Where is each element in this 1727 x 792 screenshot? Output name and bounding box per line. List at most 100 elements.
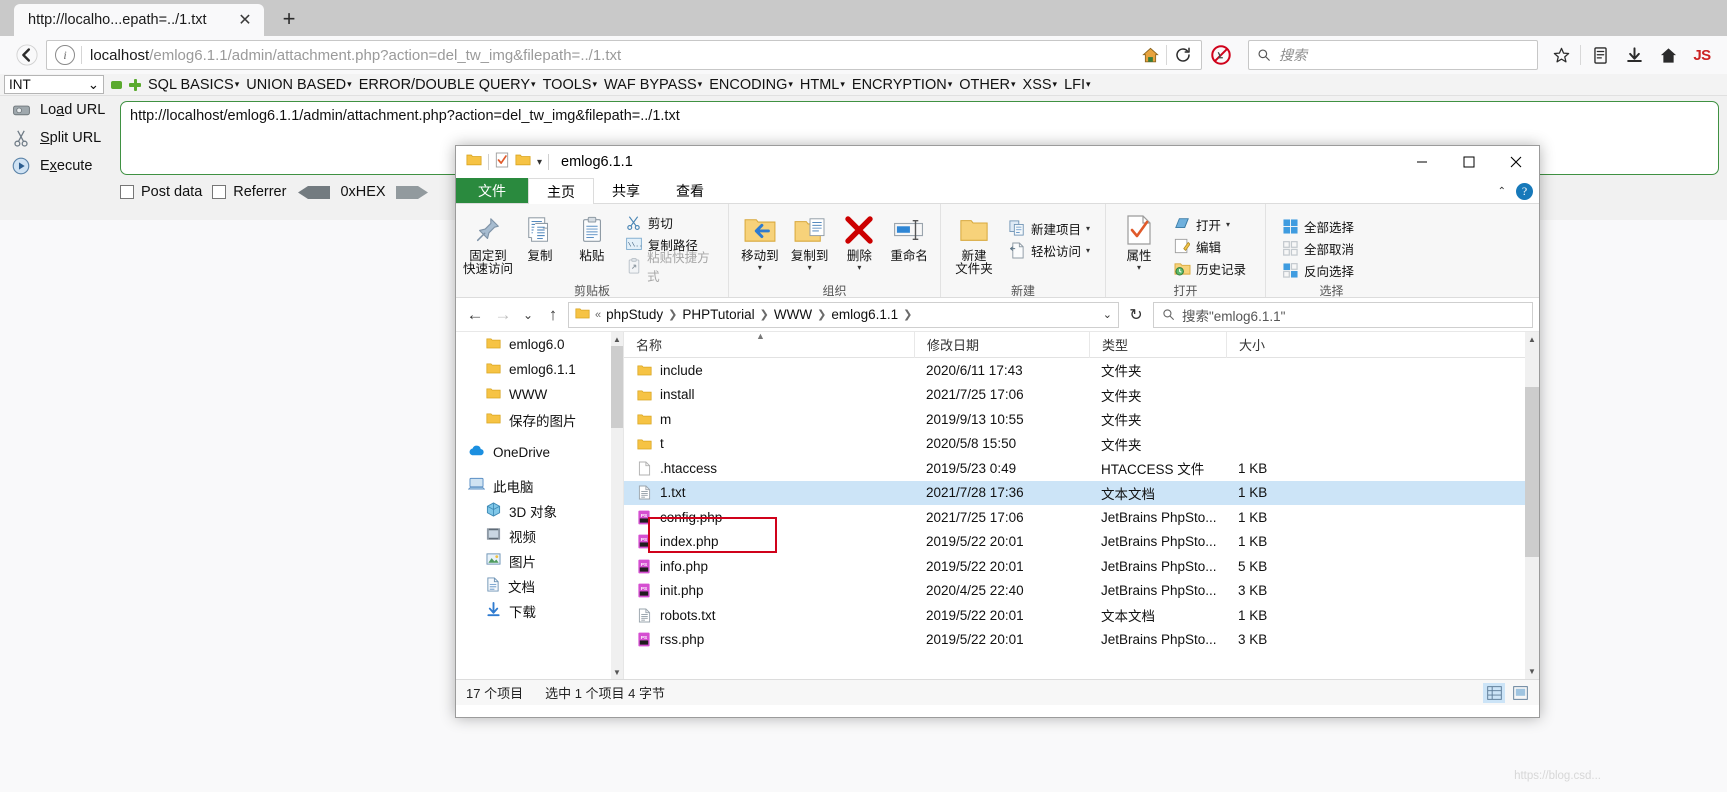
table-row[interactable]: install 2021/7/25 17:06 文件夹	[624, 383, 1539, 408]
new-item-button[interactable]: 新建项目 ▾	[1005, 217, 1093, 239]
table-row[interactable]: PS index.php 2019/5/22 20:01 JetBrains P…	[624, 530, 1539, 555]
breadcrumb-item-www[interactable]: WWW	[774, 307, 812, 322]
chevron-down-icon[interactable]: ▾	[1137, 263, 1141, 272]
nav-item-downloads[interactable]: 下载	[456, 598, 623, 623]
chevron-down-icon[interactable]: ▾	[758, 263, 762, 272]
nav-item-pictures[interactable]: 图片	[456, 548, 623, 573]
collapse-icon[interactable]	[111, 80, 122, 89]
list-scroll-thumb[interactable]	[1525, 387, 1539, 557]
nav-item-www[interactable]: WWW	[456, 382, 623, 407]
column-header-size[interactable]: 大小	[1226, 332, 1326, 358]
back-icon[interactable]	[10, 39, 44, 71]
site-info-icon[interactable]: i	[55, 45, 75, 65]
forward-icon[interactable]: →	[490, 302, 516, 328]
chevron-right-icon[interactable]: ❯	[903, 308, 912, 321]
chevron-down-icon[interactable]: ▾	[537, 157, 542, 168]
nav-scroll-down-icon[interactable]: ▼	[611, 665, 623, 679]
move-to-button[interactable]: 移动到 ▾	[735, 209, 785, 272]
table-row[interactable]: PS rss.php 2019/5/22 20:01 JetBrains Php…	[624, 628, 1539, 653]
post-data-option[interactable]: Post data	[120, 184, 202, 200]
table-row[interactable]: robots.txt 2019/5/22 20:01 文本文档 1 KB	[624, 603, 1539, 628]
hackbar-menu-html[interactable]: HTML▾	[800, 77, 845, 93]
delete-button[interactable]: 删除 ▾	[835, 209, 885, 272]
table-row[interactable]: PS config.php 2021/7/25 17:06 JetBrains …	[624, 505, 1539, 530]
breadcrumb-item-phpstudy[interactable]: phpStudy	[606, 307, 663, 322]
hackbar-type-select[interactable]: INT ⌄	[4, 75, 104, 94]
hackbar-menu-xss[interactable]: XSS▾	[1023, 77, 1058, 93]
column-header-name[interactable]: ▲ 名称	[624, 332, 914, 358]
breadcrumb[interactable]: « phpStudy ❯ PHPTutorial ❯ WWW ❯ emlog6.…	[568, 301, 1119, 328]
home-icon[interactable]	[1653, 40, 1683, 70]
copy-button[interactable]: 复制	[514, 209, 566, 263]
nav-item-3d-objects[interactable]: 3D 对象	[456, 498, 623, 523]
chevron-down-icon[interactable]: ▾	[1226, 220, 1230, 229]
home-in-url-icon[interactable]	[1136, 42, 1164, 68]
chevron-down-icon[interactable]: ▾	[808, 263, 812, 272]
table-row[interactable]: .htaccess 2019/5/23 0:49 HTACCESS 文件 1 K…	[624, 456, 1539, 481]
nav-item-onedrive[interactable]: OneDrive	[456, 440, 623, 465]
tab-share[interactable]: 共享	[594, 178, 658, 203]
load-url-button[interactable]: Load URL	[0, 96, 118, 124]
open-button[interactable]: 打开 ▾	[1170, 213, 1249, 235]
minimize-button[interactable]	[1398, 146, 1445, 178]
select-all-button[interactable]: 全部选择	[1278, 215, 1357, 237]
table-row[interactable]: PS info.php 2019/5/22 20:01 JetBrains Ph…	[624, 554, 1539, 579]
column-header-date[interactable]: 修改日期	[914, 332, 1089, 358]
library-icon[interactable]	[1585, 40, 1615, 70]
properties-button[interactable]: 属性 ▾	[1112, 209, 1166, 272]
details-view-icon[interactable]	[1483, 682, 1505, 703]
list-scroll-down-icon[interactable]: ▼	[1525, 664, 1539, 679]
hackbar-menu-sql-basics[interactable]: SQL BASICS▾	[148, 77, 239, 93]
back-icon[interactable]: ←	[462, 302, 488, 328]
explorer-search-box[interactable]: 搜索"emlog6.1.1"	[1153, 301, 1533, 328]
new-tab-icon[interactable]: +	[274, 4, 304, 34]
paste-shortcut-button[interactable]: 粘贴快捷方式	[622, 251, 722, 284]
expand-icon[interactable]	[129, 78, 141, 91]
download-icon[interactable]	[1619, 40, 1649, 70]
help-icon[interactable]: ?	[1516, 182, 1533, 200]
edit-button[interactable]: 编辑	[1170, 235, 1249, 257]
nav-scroll-thumb[interactable]	[611, 346, 623, 428]
nav-scroll-up-icon[interactable]: ▲	[611, 332, 623, 346]
table-row[interactable]: 1.txt 2021/7/28 17:36 文本文档 1 KB	[624, 480, 1539, 505]
javascript-toggle-icon[interactable]: JS	[1687, 40, 1717, 70]
close-icon[interactable]: ✕	[234, 9, 256, 31]
breadcrumb-item-emlog611[interactable]: emlog6.1.1	[831, 307, 898, 322]
large-icons-view-icon[interactable]	[1509, 683, 1531, 703]
split-url-button[interactable]: Split URL	[0, 124, 118, 152]
invert-selection-button[interactable]: 反向选择	[1278, 259, 1357, 281]
nav-item-documents[interactable]: 文档	[456, 573, 623, 598]
history-button[interactable]: 历史记录	[1170, 257, 1249, 279]
hackbar-menu-waf-bypass[interactable]: WAF BYPASS▾	[604, 77, 702, 93]
chevron-down-icon[interactable]: ▾	[857, 263, 861, 272]
hackbar-menu-encoding[interactable]: ENCODING▾	[709, 77, 793, 93]
new-folder-quick-icon[interactable]	[515, 152, 531, 172]
reload-icon[interactable]	[1169, 42, 1197, 68]
select-none-button[interactable]: 全部取消	[1278, 237, 1357, 259]
hex-decode-arrow-icon[interactable]	[296, 185, 331, 200]
nav-item-this-pc[interactable]: 此电脑	[456, 473, 623, 498]
chevron-down-icon[interactable]: ▾	[1086, 224, 1090, 233]
close-button[interactable]	[1492, 146, 1539, 178]
refresh-icon[interactable]: ↻	[1121, 302, 1151, 328]
paste-button[interactable]: 粘贴	[566, 209, 618, 263]
url-bar[interactable]: i localhost/emlog6.1.1/admin/attachment.…	[46, 40, 1202, 70]
maximize-button[interactable]	[1445, 146, 1492, 178]
referrer-checkbox[interactable]	[212, 185, 227, 199]
list-scroll-up-icon[interactable]: ▲	[1525, 332, 1539, 347]
table-row[interactable]: t 2020/5/8 15:50 文件夹	[624, 432, 1539, 457]
tab-home[interactable]: 主页	[528, 178, 594, 204]
column-header-type[interactable]: 类型	[1089, 332, 1226, 358]
hackbar-menu-union-based[interactable]: UNION BASED▾	[246, 77, 351, 93]
cut-button[interactable]: 剪切	[622, 211, 722, 233]
properties-quick-icon[interactable]	[495, 152, 509, 173]
hackbar-menu-other[interactable]: OTHER▾	[959, 77, 1015, 93]
hackbar-menu-lfi[interactable]: LFI▾	[1064, 77, 1090, 93]
browser-tab[interactable]: http://localho...epath=../1.txt ✕	[14, 4, 264, 36]
up-icon[interactable]: ↑	[540, 302, 566, 328]
tab-file[interactable]: 文件	[456, 178, 528, 203]
chevron-down-icon[interactable]: ▾	[1086, 246, 1090, 255]
noscript-icon[interactable]	[1204, 39, 1238, 71]
new-folder-button[interactable]: 新建 文件夹	[947, 209, 1001, 276]
nav-item-saved-pictures[interactable]: 保存的图片	[456, 407, 623, 432]
